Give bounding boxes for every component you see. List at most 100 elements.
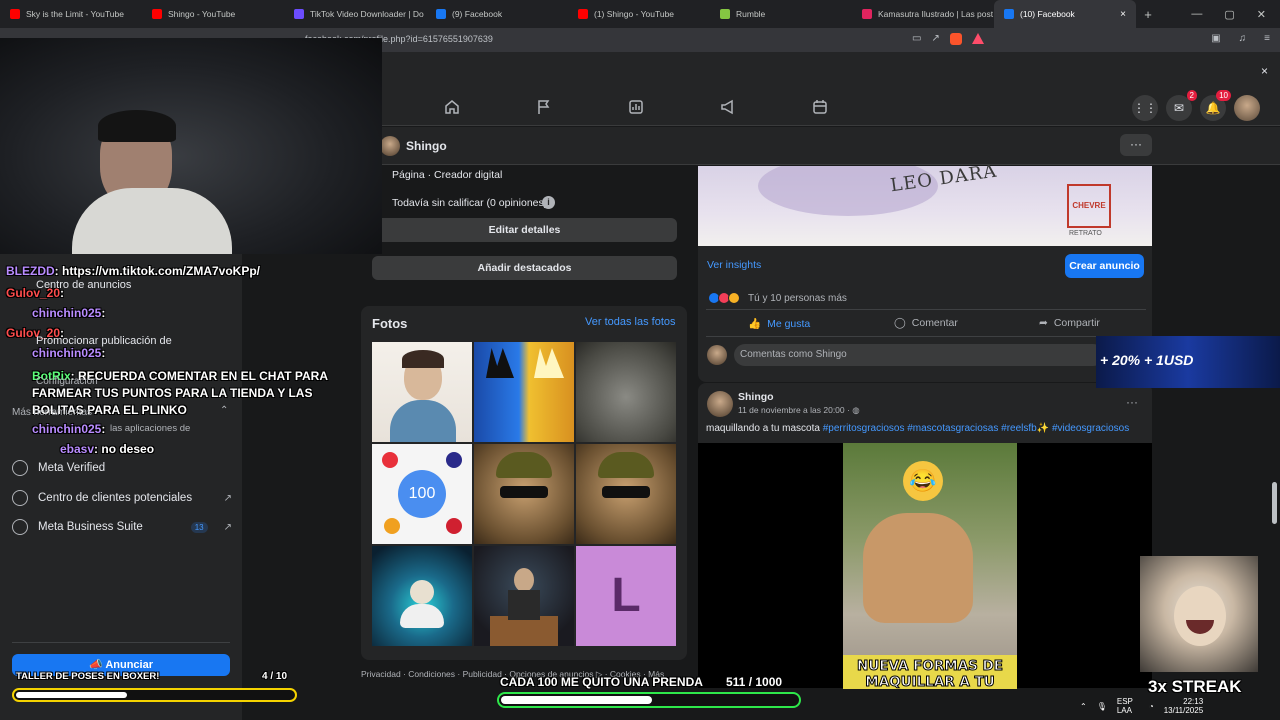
tab-label: TikTok Video Downloader | Do <box>310 9 424 19</box>
scrollbar-thumb[interactable] <box>1272 482 1277 524</box>
view-insights-link[interactable]: Ver insights <box>707 259 761 271</box>
media-icon[interactable]: ♫ <box>1239 33 1247 44</box>
photo-thumbnail[interactable] <box>372 546 472 646</box>
sidebar-item-ads-center[interactable]: Centro de anuncios <box>36 279 131 291</box>
notifications-icon[interactable]: 🔔 10 <box>1200 90 1231 121</box>
comment-button[interactable]: ◯ Comentar <box>894 317 958 329</box>
photo-thumbnail[interactable] <box>474 342 574 442</box>
tab-favicon-icon <box>436 9 446 19</box>
see-all-photos-link[interactable]: Ver todas las fotos <box>585 316 676 328</box>
flag-icon[interactable] <box>536 99 552 115</box>
browser-tab[interactable]: Sky is the Limit - YouTube <box>0 0 142 28</box>
chat-text: : no deseo <box>94 442 155 456</box>
photo-thumbnail[interactable] <box>576 342 676 442</box>
tab-favicon-icon <box>720 9 730 19</box>
page-avatar[interactable] <box>380 136 400 156</box>
language-indicator[interactable]: ESP LAA <box>1117 697 1139 715</box>
chat-username: BLEZDD <box>6 264 55 278</box>
apps-menu-icon[interactable]: ⋮⋮ <box>1132 95 1158 121</box>
photo-thumbnail[interactable] <box>474 444 574 544</box>
post-author[interactable]: Shingo <box>738 391 774 403</box>
like-button[interactable]: 👍 Me gusta <box>748 317 810 331</box>
cast-icon[interactable]: ▭ <box>912 33 921 45</box>
sidebar-item-leads-center[interactable]: Centro de clientes potenciales ↗ <box>12 490 232 506</box>
artist-seal: CHEVRE <box>1067 184 1111 228</box>
window-close-icon[interactable]: ✕ <box>1257 8 1266 21</box>
business-suite-icon <box>12 519 28 535</box>
brave-shield-icon[interactable] <box>949 33 962 45</box>
profile-avatar[interactable] <box>1234 95 1260 121</box>
address-bar-icons: ▭ ↗ <box>912 33 984 45</box>
maximize-icon[interactable]: ▢ <box>1224 8 1234 21</box>
tab-label: (10) Facebook <box>1020 9 1075 19</box>
info-icon[interactable]: i <box>542 196 555 209</box>
chat-username: chinchin025 <box>32 346 102 360</box>
add-featured-button[interactable]: Añadir destacados <box>372 256 677 280</box>
browser-tab[interactable]: Shingo - YouTube <box>142 0 284 28</box>
share-icon[interactable]: ↗ <box>931 33 939 45</box>
post-date-text: 11 de noviembre a las 20:00 · <box>738 405 853 415</box>
mic-icon[interactable]: 🎙 <box>1097 702 1107 711</box>
share-button[interactable]: ➦ Compartir <box>1039 317 1100 329</box>
photo-badge-100: 100 <box>398 470 446 518</box>
comment-input[interactable]: Comentas como Shingo <box>734 344 1104 366</box>
sidebar-item-more-tools[interactable]: Más herramientas <box>12 407 92 418</box>
browser-tab[interactable]: (1) Shingo - YouTube <box>568 0 710 28</box>
wifi-icon[interactable]: ◔ <box>1149 702 1154 711</box>
photo-thumbnail[interactable]: L <box>576 546 676 646</box>
sidebar-item-promote[interactable]: Promocionar publicación de <box>36 335 172 347</box>
video-frame[interactable]: 😂 <box>843 443 1017 688</box>
photo-thumbnail[interactable] <box>576 444 676 544</box>
tab-close-icon[interactable]: × <box>1120 9 1126 20</box>
chevron-up-icon[interactable]: ⌃ <box>1080 702 1087 711</box>
post-caption: maquillando a tu mascota #perritosgracio… <box>706 423 1129 434</box>
browser-tab-bar: Sky is the Limit - YouTube Shingo - YouTu… <box>0 0 1280 28</box>
chat-text: : https://vm.tiktok.com/ZMA7voKPp/ <box>54 264 261 278</box>
messenger-icon[interactable]: ✉ 2 <box>1166 90 1197 121</box>
comment-icon: ◯ <box>894 317 906 329</box>
sidebar-item-apps[interactable]: las aplicaciones de <box>110 423 190 434</box>
calendar-icon[interactable] <box>812 99 828 115</box>
photo-thumbnail[interactable] <box>372 342 472 442</box>
browser-tab[interactable]: Kamasutra Ilustrado | Las post <box>852 0 994 28</box>
post-more-icon[interactable]: ··· <box>1126 395 1138 409</box>
page-title[interactable]: Shingo <box>406 139 447 153</box>
sidebar-toggle-icon[interactable]: ▣ <box>1211 33 1220 44</box>
sidebar-item-business-suite[interactable]: Meta Business Suite 13 ↗ <box>12 519 232 535</box>
create-ad-button[interactable]: Crear anuncio <box>1065 254 1144 278</box>
chat-username: chinchin025 <box>32 306 102 320</box>
clock-time: 22:13 <box>1183 697 1204 706</box>
author-avatar[interactable] <box>707 391 733 417</box>
letter-avatar: L <box>611 569 641 622</box>
sidebar-item-label: Centro de clientes potenciales <box>38 492 193 504</box>
reactions-text: Tú y 10 personas más <box>748 292 847 304</box>
close-icon[interactable]: × <box>1261 64 1268 78</box>
fb-nav-right: ⋮⋮ ✉ 2 🔔 10 <box>1132 90 1260 121</box>
promo-text: + 20% + 1USD <box>1100 352 1194 368</box>
browser-tab[interactable]: (10) Facebook × <box>994 0 1136 28</box>
home-icon[interactable] <box>444 99 460 115</box>
sidebar-item-label: Meta Verified <box>38 462 106 474</box>
photo-thumbnail[interactable] <box>474 546 574 646</box>
people-icon <box>12 490 28 506</box>
insights-icon[interactable] <box>628 99 644 115</box>
edit-details-button[interactable]: Editar detalles <box>372 218 677 242</box>
chevron-up-icon[interactable]: ⌃ <box>220 405 228 416</box>
more-options-button[interactable]: ··· <box>1120 134 1152 156</box>
clock[interactable]: 22:13 13/11/2025 <box>1164 697 1203 715</box>
minimize-icon[interactable]: — <box>1191 8 1202 21</box>
post-date[interactable]: 11 de noviembre a las 20:00 · ◍ <box>738 405 860 416</box>
new-tab-button[interactable]: + <box>1136 7 1160 22</box>
reactions-summary[interactable]: Tú y 10 personas más <box>708 292 847 304</box>
photo-thumbnail[interactable]: 100 <box>372 444 472 544</box>
sidebar-item-settings[interactable]: Configuración <box>36 376 98 387</box>
browser-tab[interactable]: Rumble <box>710 0 852 28</box>
menu-icon[interactable]: ≡ <box>1264 33 1270 44</box>
brave-rewards-icon[interactable] <box>971 33 984 44</box>
sidebar-item-meta-verified[interactable]: Meta Verified <box>12 460 232 476</box>
tab-label: Shingo - YouTube <box>168 9 236 19</box>
megaphone-icon[interactable] <box>720 99 736 115</box>
browser-tab[interactable]: TikTok Video Downloader | Do <box>284 0 426 28</box>
browser-tab[interactable]: (9) Facebook <box>426 0 568 28</box>
hashtags[interactable]: #perritosgraciosos #mascotasgraciosas #r… <box>823 423 1129 434</box>
